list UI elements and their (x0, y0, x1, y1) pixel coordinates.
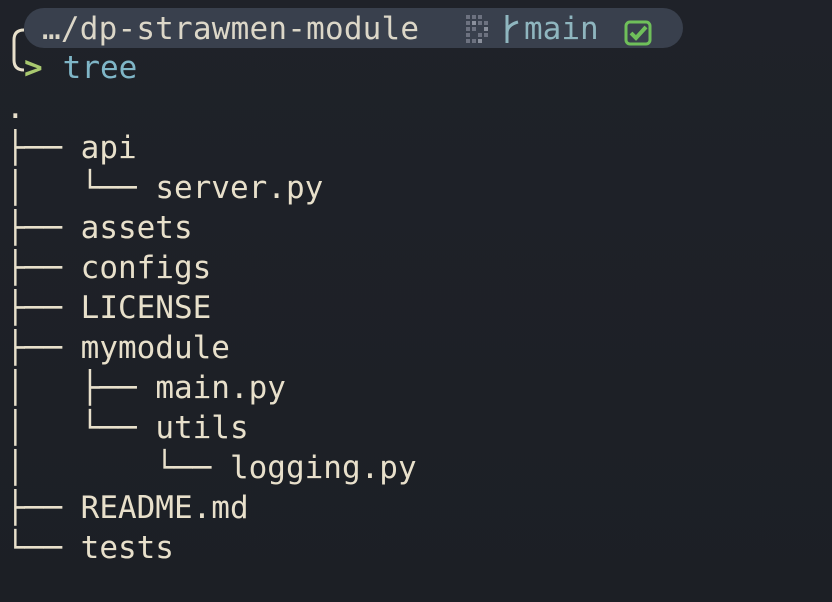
tree-line: ├── configs (6, 248, 211, 288)
tree-line: ├── README.md (6, 488, 249, 528)
tree-line: ├── api (6, 128, 137, 168)
tree-root: . (6, 90, 25, 126)
tree-branch: │ └── (6, 410, 156, 446)
dotted-git-icon (465, 13, 493, 43)
tree-branch: ├── (6, 290, 81, 326)
branch-name: main (524, 11, 599, 47)
tree-branch: ├── (6, 250, 81, 286)
prompt-arrow: > (24, 50, 43, 86)
tree-branch: └── (6, 530, 81, 566)
tree-branch: ├── (6, 210, 81, 246)
tree-entry-tests: tests (80, 530, 174, 566)
tree-line: │ └── utils (6, 408, 249, 448)
tree-entry-server-py: server.py (155, 170, 324, 206)
tree-line: │ ├── main.py (6, 368, 286, 408)
command-line: > tree (24, 50, 137, 86)
tree-branch: │ └── (6, 170, 156, 206)
git-branch-icon (505, 15, 519, 43)
tree-branch: ├── (6, 330, 81, 366)
tree-line: ├── mymodule (6, 328, 230, 368)
tree-line: │ └── logging.py (6, 448, 417, 488)
tree-entry-main-py: main.py (155, 370, 286, 406)
git-branch: main (502, 11, 599, 47)
tree-branch: ├── (6, 130, 81, 166)
current-directory: …/dp-strawmen-module (42, 11, 420, 47)
tree-line: ├── LICENSE (6, 288, 211, 328)
tree-line: │ └── server.py (6, 168, 323, 208)
tree-entry-mymodule: mymodule (80, 330, 230, 366)
tree-entry-api: api (80, 130, 137, 166)
tree-entry-license: LICENSE (80, 290, 212, 326)
tree-entry-assets: assets (80, 210, 193, 246)
prompt-bar: …/dp-strawmen-module main (24, 8, 683, 48)
tree-entry-readme: README.md (80, 490, 249, 526)
tree-entry-utils: utils (155, 410, 249, 446)
prompt-bracket-icon (6, 26, 26, 74)
tree-line: ├── assets (6, 208, 193, 248)
tree-line: └── tests (6, 528, 174, 568)
tree-branch: ├── (6, 490, 81, 526)
command-text: tree (62, 50, 138, 86)
check-square-icon (624, 16, 652, 46)
tree-branch: │ ├── (6, 370, 156, 406)
tree-branch: │ └── (6, 450, 230, 486)
tree-output: . ├── api │ └── server.py ├── assets ├──… (6, 88, 806, 578)
tree-entry-logging-py: logging.py (229, 450, 417, 486)
tree-entry-configs: configs (80, 250, 212, 286)
